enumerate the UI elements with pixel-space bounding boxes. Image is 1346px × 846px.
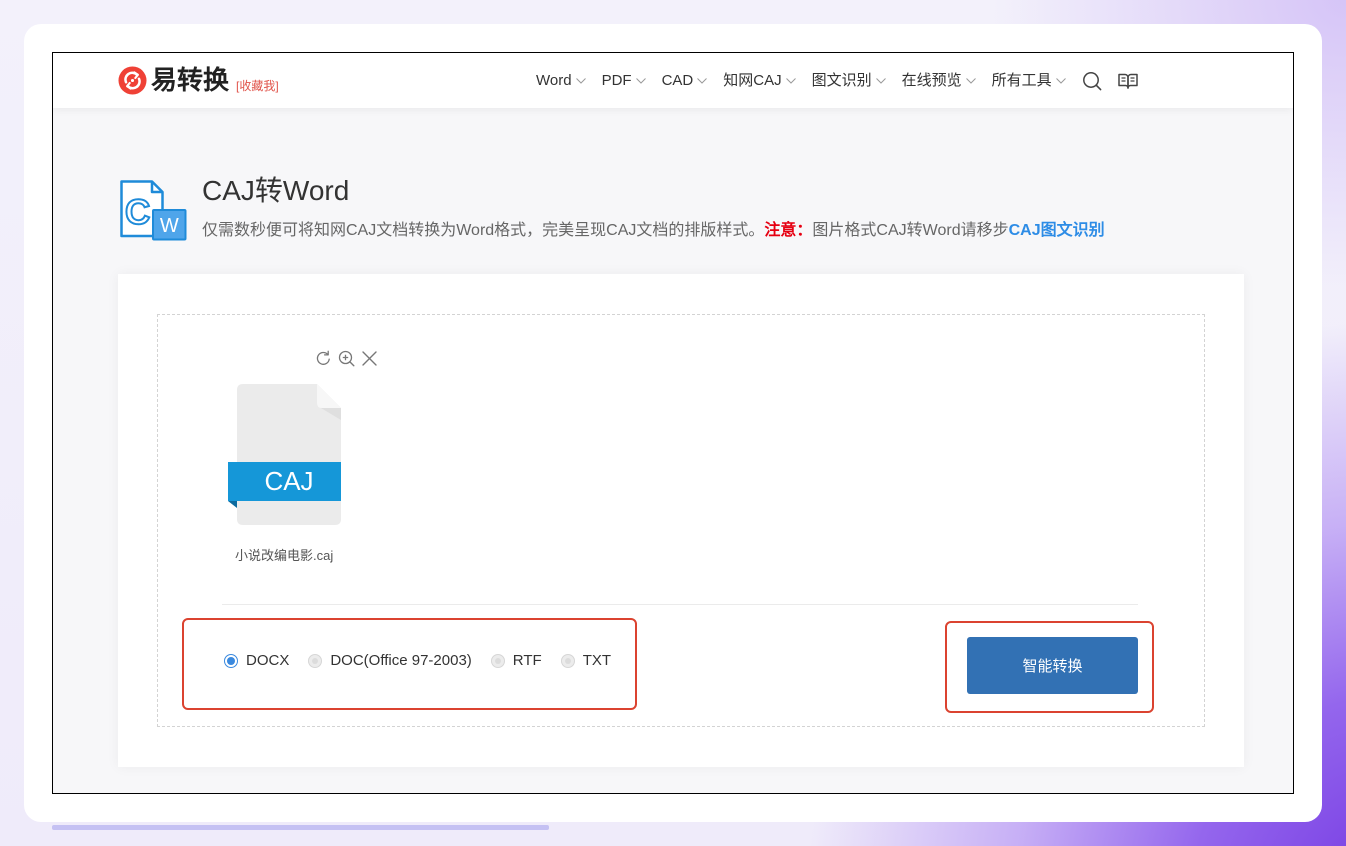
doc-radio[interactable] [308, 654, 323, 668]
file-document-icon [237, 384, 341, 525]
chevron-down-icon [965, 77, 976, 84]
format-option-docx[interactable]: DOCX [224, 652, 289, 670]
smart-convert-button[interactable]: 智能转换 [967, 637, 1138, 694]
file-type-badge: CAJ [228, 462, 341, 501]
badge-fold [228, 501, 237, 508]
caj-ocr-link[interactable]: CAJ图文识别 [1009, 222, 1105, 239]
nav-item-ocr[interactable]: 图文识别 [812, 72, 886, 90]
note-label: 注意： [764, 222, 813, 239]
logo-text: 易转换 [151, 65, 230, 95]
rotate-icon[interactable] [315, 350, 332, 367]
upload-drop-zone[interactable]: CAJ 小说改编电影.caj DOCX DOC(Office 97-2003) [157, 314, 1205, 727]
main-nav: Word PDF CAD 知网CAJ 图文识别 在线预览 所有工具 [536, 53, 1138, 108]
nav-item-label: 在线预览 [901, 71, 962, 89]
format-label: TXT [582, 652, 612, 669]
nav-item-label: 图文识别 [811, 71, 872, 89]
page-description: 仅需数秒便可将知网CAJ文档转换为Word格式，完美呈现CAJ文档的排版样式。注… [202, 221, 1105, 241]
format-label: RTF [512, 652, 542, 669]
chevron-down-icon [697, 77, 708, 84]
note-text: 图片格式CAJ转Word请移步 [812, 222, 1009, 239]
chevron-down-icon [1055, 77, 1066, 84]
browser-viewport: 易转换 [收藏我] Word PDF CAD 知网CAJ 图文识别 在线预览 所… [52, 52, 1294, 794]
nav-item-label: CAD [661, 71, 694, 89]
nav-item-label: 知网CAJ [723, 71, 782, 89]
page-hero: C W CAJ转Word 仅需数秒便可将知网CAJ文档转换为Word格式，完美呈… [53, 163, 1293, 273]
nav-item-online-preview[interactable]: 在线预览 [902, 72, 976, 90]
nav-item-label: PDF [601, 71, 632, 89]
chevron-down-icon [575, 77, 586, 84]
format-label: DOC(Office 97-2003) [330, 652, 472, 669]
page-title: CAJ转Word [202, 175, 350, 206]
file-name: 小说改编电影.caj [235, 548, 334, 563]
refresh-circle-icon [118, 66, 147, 95]
converter-panel: CAJ 小说改编电影.caj DOCX DOC(Office 97-2003) [118, 274, 1244, 767]
icon-letter-source: C [125, 193, 150, 232]
caj-to-word-icon: C W [120, 180, 187, 241]
format-option-rtf[interactable]: RTF [490, 652, 542, 670]
zoom-in-icon[interactable] [338, 350, 355, 367]
nav-item-cnki-caj[interactable]: 知网CAJ [723, 71, 796, 90]
txt-radio[interactable] [560, 654, 575, 668]
screenshot-card: 易转换 [收藏我] Word PDF CAD 知网CAJ 图文识别 在线预览 所… [24, 24, 1322, 822]
format-option-txt[interactable]: TXT [560, 652, 612, 670]
output-format-radio-group: DOCX DOC(Office 97-2003) RTF TXT [224, 652, 611, 670]
nav-item-word[interactable]: Word [536, 72, 586, 90]
description-text: 仅需数秒便可将知网CAJ文档转换为Word格式，完美呈现CAJ文档的排版样式。 [202, 222, 765, 239]
nav-item-label: 所有工具 [991, 71, 1052, 89]
nav-item-label: Word [536, 71, 572, 89]
docx-radio[interactable] [224, 654, 238, 668]
scroll-progress-bar [52, 825, 549, 830]
nav-item-pdf[interactable]: PDF [602, 72, 646, 90]
search-icon[interactable] [1082, 71, 1102, 91]
bookmark-link[interactable]: [收藏我] [236, 79, 279, 93]
open-book-icon[interactable] [1117, 73, 1138, 89]
chevron-down-icon [635, 77, 646, 84]
icon-letter-target: W [160, 215, 179, 237]
close-icon[interactable] [361, 350, 378, 367]
chevron-down-icon [785, 77, 796, 84]
uploaded-file-item: CAJ 小说改编电影.caj [228, 350, 388, 580]
divider [222, 604, 1138, 605]
nav-item-all-tools[interactable]: 所有工具 [992, 72, 1066, 90]
chevron-down-icon [875, 77, 886, 84]
file-actions [315, 350, 378, 367]
nav-item-cad[interactable]: CAD [662, 72, 708, 90]
format-option-doc[interactable]: DOC(Office 97-2003) [308, 652, 472, 670]
rtf-radio[interactable] [490, 654, 505, 668]
format-label: DOCX [246, 652, 290, 669]
site-header: 易转换 [收藏我] Word PDF CAD 知网CAJ 图文识别 在线预览 所… [53, 53, 1293, 108]
